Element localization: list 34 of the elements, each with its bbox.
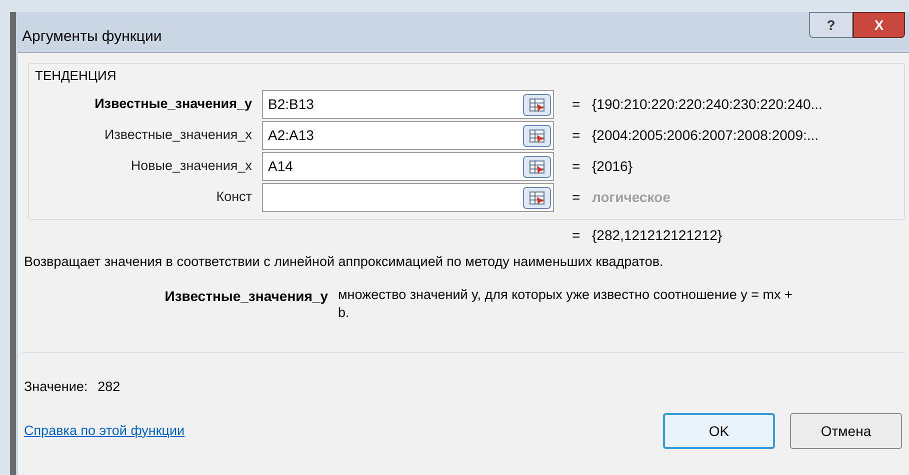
range-select-icon[interactable]	[523, 186, 551, 208]
range-select-icon[interactable]	[523, 124, 551, 146]
window-title: Аргументы функции	[22, 26, 162, 46]
argument-label: Известные_значения_x	[104, 126, 253, 144]
argument-label: Новые_значения_x	[130, 157, 253, 176]
input-field[interactable]: B2:B13	[262, 90, 554, 119]
cancel-button[interactable]: Отмена	[790, 413, 902, 449]
equals-sign: =	[572, 95, 582, 114]
range-select-icon[interactable]	[523, 94, 551, 116]
argument-result: {2016}	[592, 157, 632, 176]
equals-sign: =	[572, 188, 582, 207]
equals-sign: =	[572, 126, 582, 145]
input-field[interactable]: A2:A13	[262, 121, 554, 150]
equals-sign: =	[572, 226, 582, 244]
ok-button[interactable]: OK	[663, 413, 775, 449]
argument-result: {2004:2005:2006:2007:2008:2009:...	[592, 126, 819, 145]
close-button[interactable]: X	[853, 12, 905, 38]
value-text: 282	[98, 378, 120, 396]
argument-result: {190:210:220:220:240:230:220:240...	[592, 95, 822, 114]
argument-name: Известные_значения_y	[164, 286, 329, 306]
argument-result: логическое	[592, 188, 670, 207]
help-button[interactable]: ?	[809, 12, 853, 38]
input-field[interactable]: A14	[262, 152, 554, 181]
function-description: Возвращает значения в соответствии с линейной аппроксимацией по методу наименьших квадратов.	[24, 252, 664, 271]
equals-sign: =	[572, 157, 582, 176]
range-select-icon[interactable]	[523, 156, 551, 178]
function-result: {282,121212121212}	[592, 226, 722, 245]
help-link[interactable]: Справка по этой функции	[24, 420, 185, 442]
argument-description: множество значений y, для которых уже известно соотношение y = mx + b.	[338, 286, 794, 322]
input-field[interactable]	[262, 183, 554, 212]
argument-label: Известные_значения_y	[94, 95, 253, 114]
function-name: ТЕНДЕНЦИЯ	[34, 67, 118, 85]
value-label: Значение:	[24, 378, 88, 396]
argument-label: Конст	[215, 188, 253, 206]
